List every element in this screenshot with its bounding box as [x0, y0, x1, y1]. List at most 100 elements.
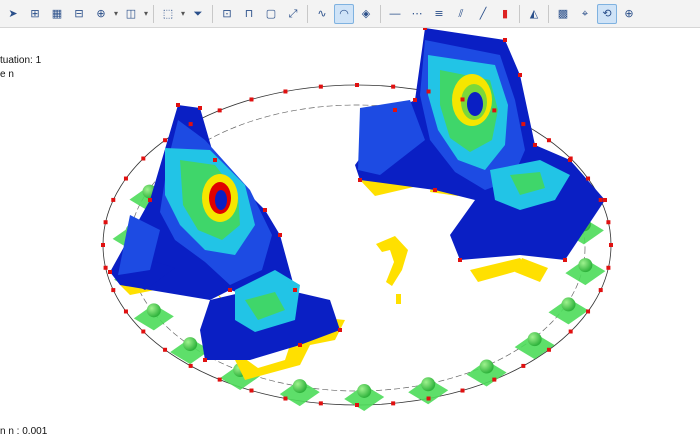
fe-node[interactable]: [603, 198, 607, 202]
frame-icon[interactable]: ⊓: [239, 4, 259, 24]
fe-node[interactable]: [111, 197, 116, 202]
fe-node[interactable]: [606, 265, 611, 270]
fe-node[interactable]: [460, 388, 465, 393]
dropdown-arrow-icon[interactable]: ▾: [112, 9, 120, 18]
fe-node[interactable]: [213, 158, 217, 162]
fe-node[interactable]: [586, 309, 591, 314]
rotate-icon[interactable]: ⟲: [597, 3, 617, 24]
support-marker[interactable]: [565, 258, 606, 286]
result-diagram-icon[interactable]: ⊡: [217, 4, 237, 24]
fe-node[interactable]: [546, 347, 551, 352]
fe-node[interactable]: [598, 197, 603, 202]
support-marker[interactable]: [279, 379, 320, 407]
opening-icon[interactable]: ▢: [261, 4, 281, 24]
fe-node[interactable]: [141, 156, 146, 161]
fe-node[interactable]: [293, 288, 297, 292]
fe-node[interactable]: [123, 309, 128, 314]
fe-node[interactable]: [176, 103, 180, 107]
dropdown-arrow-icon[interactable]: ▾: [179, 9, 187, 18]
fe-node[interactable]: [458, 258, 462, 262]
fe-node[interactable]: [413, 98, 417, 102]
fe-node[interactable]: [141, 329, 146, 334]
fe-node[interactable]: [391, 401, 396, 406]
fe-node[interactable]: [108, 270, 112, 274]
fe-node[interactable]: [283, 396, 288, 401]
fe-node[interactable]: [249, 97, 254, 102]
fe-node[interactable]: [163, 347, 168, 352]
fe-node[interactable]: [278, 233, 282, 237]
fe-node[interactable]: [355, 403, 359, 407]
support-marker[interactable]: [344, 383, 385, 411]
fe-node[interactable]: [433, 188, 437, 192]
fe-node[interactable]: [521, 363, 526, 368]
fe-node[interactable]: [103, 220, 108, 225]
fe-node[interactable]: [358, 178, 362, 182]
fe-node[interactable]: [533, 143, 537, 147]
fe-node[interactable]: [338, 328, 342, 332]
fe-node[interactable]: [568, 329, 573, 334]
select-arrow-icon[interactable]: ➤: [3, 4, 23, 24]
member-icon[interactable]: ⊟: [69, 4, 89, 24]
section-icon[interactable]: ◫: [121, 4, 141, 24]
fe-node[interactable]: [318, 84, 323, 89]
fe-node[interactable]: [492, 108, 497, 113]
line-3-icon[interactable]: ≡: [429, 4, 449, 24]
filter-icon[interactable]: ⏷: [188, 4, 208, 24]
node-icon[interactable]: ⊕: [91, 4, 111, 24]
fe-node[interactable]: [423, 26, 427, 30]
fe-node[interactable]: [426, 396, 431, 401]
model-scene[interactable]: [0, 26, 700, 443]
fe-node[interactable]: [563, 258, 567, 262]
view-icon[interactable]: ⬚: [158, 4, 178, 24]
fe-node[interactable]: [568, 158, 572, 162]
fe-node[interactable]: [609, 243, 613, 247]
fe-node[interactable]: [393, 108, 397, 112]
fe-node[interactable]: [111, 288, 116, 293]
viewport-3d[interactable]: tuation: 1 e n n n : 0.001: [0, 26, 700, 443]
fe-node[interactable]: [298, 343, 302, 347]
line-5-icon[interactable]: ╱: [473, 4, 493, 24]
fe-node[interactable]: [198, 106, 202, 110]
solid-result-icon[interactable]: ◈: [356, 4, 376, 24]
fe-node[interactable]: [188, 122, 193, 127]
fe-node[interactable]: [518, 73, 522, 77]
fe-node[interactable]: [163, 138, 168, 143]
fe-node[interactable]: [123, 176, 128, 181]
fe-node[interactable]: [188, 363, 193, 368]
support-marker[interactable]: [548, 297, 589, 325]
fe-node[interactable]: [606, 220, 611, 225]
deformation-icon[interactable]: ∿: [312, 4, 332, 24]
fe-node[interactable]: [217, 377, 222, 382]
beam-icon[interactable]: ⊞: [25, 4, 45, 24]
fe-node[interactable]: [521, 122, 526, 127]
fe-node[interactable]: [103, 265, 108, 270]
fe-node[interactable]: [355, 83, 359, 87]
fe-node[interactable]: [503, 38, 507, 42]
line-1-icon[interactable]: ―: [385, 4, 405, 24]
fe-node[interactable]: [283, 89, 288, 94]
fe-node[interactable]: [249, 388, 254, 393]
snap-icon[interactable]: ⌖: [575, 4, 595, 24]
support-marker[interactable]: [514, 332, 555, 360]
fe-node[interactable]: [492, 377, 497, 382]
fe-node[interactable]: [426, 89, 431, 94]
fe-node[interactable]: [460, 97, 465, 102]
line-2-icon[interactable]: ⋯: [407, 4, 427, 24]
color-scale-icon[interactable]: ▮: [495, 4, 515, 24]
support-marker[interactable]: [133, 303, 174, 331]
zoom-icon[interactable]: ⊕: [619, 4, 639, 24]
fe-node[interactable]: [101, 243, 105, 247]
fe-node[interactable]: [318, 401, 323, 406]
line-4-icon[interactable]: ⫽: [451, 4, 471, 24]
fe-node[interactable]: [203, 358, 207, 362]
fe-node[interactable]: [228, 288, 232, 292]
dropdown-arrow-icon[interactable]: ▾: [142, 9, 150, 18]
surface-result-icon[interactable]: ◠: [334, 3, 354, 24]
fit-icon[interactable]: ⤢: [283, 4, 303, 24]
fe-node[interactable]: [598, 288, 603, 293]
render-icon[interactable]: ◭: [524, 4, 544, 24]
mesh-icon[interactable]: ▩: [553, 4, 573, 24]
support-marker[interactable]: [466, 359, 507, 387]
fe-node[interactable]: [391, 84, 396, 89]
grid-dimension-icon[interactable]: ▦: [47, 4, 67, 24]
